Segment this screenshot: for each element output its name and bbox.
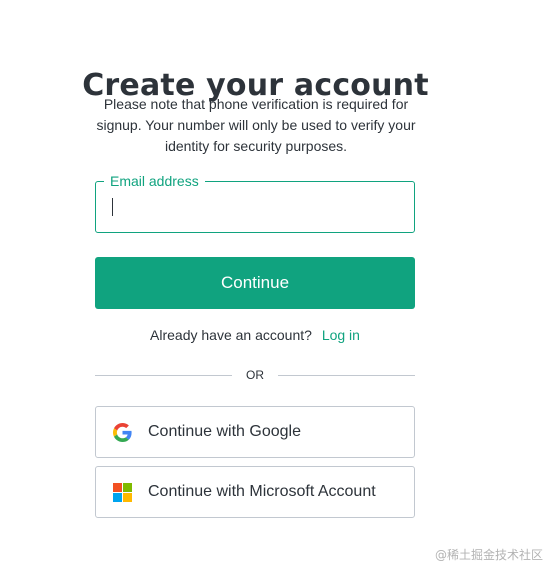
continue-with-google-button[interactable]: Continue with Google [95,406,415,458]
google-button-label: Continue with Google [148,423,301,440]
login-prompt-text: Already have an account? [150,327,312,343]
microsoft-button-label: Continue with Microsoft Account [148,483,376,500]
page-subtitle: Please note that phone verification is r… [96,96,416,154]
continue-with-microsoft-button[interactable]: Continue with Microsoft Account [95,466,415,518]
continue-button[interactable]: Continue [95,257,415,309]
login-prompt: Already have an account? Log in [95,326,415,344]
divider-line-right [278,374,415,376]
email-input[interactable] [96,182,414,232]
microsoft-icon [112,482,132,502]
or-divider: OR [95,366,415,384]
divider-line-left [95,374,232,376]
login-link[interactable]: Log in [322,327,360,343]
watermark: @稀土掘金技术社区 [434,548,543,562]
divider-text: OR [246,368,264,382]
email-field[interactable]: Email address [95,172,415,233]
google-icon [112,422,132,442]
text-cursor [112,198,113,216]
